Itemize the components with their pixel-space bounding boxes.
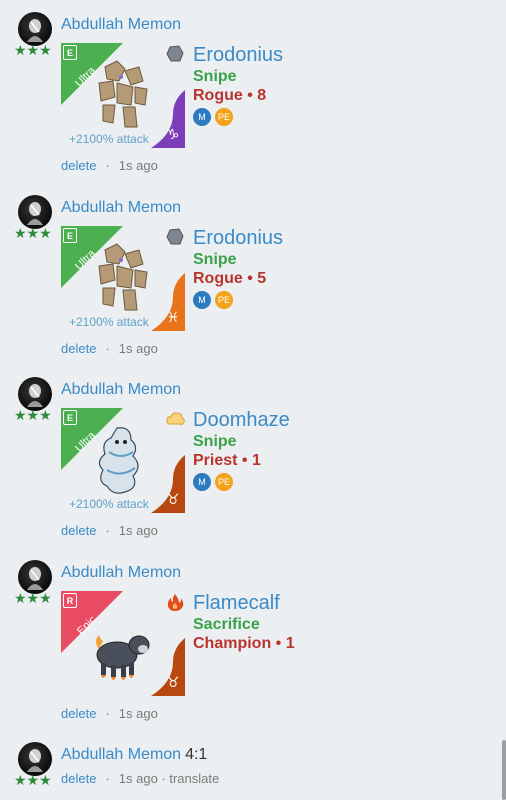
message-post: ★★★ Abdullah Memon E Ultra +2100% attack… — [0, 365, 506, 547]
message-footer: delete · 1s ago — [61, 523, 158, 538]
badge-group: M PE — [193, 473, 233, 491]
message-post: ★★★ Abdullah Memon E Ultra +2100% attack — [0, 0, 506, 182]
separator-dot: · — [105, 771, 110, 786]
timestamp: 1s ago — [118, 523, 158, 538]
delete-link[interactable]: delete — [61, 158, 96, 173]
attack-bonus: +2100% attack — [69, 497, 149, 511]
message-feed: ★★★ Abdullah Memon E Ultra +2100% attack — [0, 0, 506, 800]
timestamp: 1s ago — [118, 341, 158, 356]
separator-dot: · — [105, 706, 110, 721]
ability-label: Snipe — [193, 251, 237, 268]
message-line: Abdullah Memon 4:1 — [61, 746, 207, 764]
separator-dot: · — [105, 523, 110, 538]
taurus-icon: ♉ — [166, 492, 180, 508]
message-post: ★★★ Abdullah Memon R Epic ♉ Flamecalf Sa… — [0, 548, 506, 730]
message-footer: delete · 1s ago — [61, 341, 158, 356]
timestamp: 1s ago — [118, 158, 158, 173]
class-level-label: Champion • 1 — [193, 635, 295, 652]
monster-name-link[interactable]: Erodonius — [193, 227, 283, 250]
rating-stars: ★★★ — [14, 773, 52, 789]
username-link[interactable]: Abdullah Memon — [61, 564, 181, 582]
m-badge-icon: M — [193, 473, 211, 491]
rating-stars: ★★★ — [14, 591, 52, 607]
separator-dot: · — [105, 341, 110, 356]
rock-golem-icon — [98, 60, 148, 128]
avatar[interactable] — [18, 377, 52, 411]
scrollbar[interactable] — [502, 740, 506, 800]
ability-label: Snipe — [193, 433, 237, 450]
ability-label: Snipe — [193, 68, 237, 85]
username-link[interactable]: Abdullah Memon — [61, 381, 181, 399]
avatar[interactable] — [18, 195, 52, 229]
username-link[interactable]: Abdullah Memon — [61, 746, 181, 763]
rating-stars: ★★★ — [14, 226, 52, 242]
avatar[interactable] — [18, 560, 52, 594]
message-footer: delete · 1s ago · translate — [61, 771, 219, 786]
pisces-icon: ♓ — [166, 310, 180, 326]
pe-badge-icon: PE — [215, 291, 233, 309]
delete-link[interactable]: delete — [61, 523, 96, 538]
capricorn-icon: ♑ — [166, 127, 180, 143]
monster-name-link[interactable]: Doomhaze — [193, 409, 290, 432]
stone-element-icon — [166, 228, 184, 245]
badge-group: M PE — [193, 291, 233, 309]
fire-calf-icon — [96, 630, 150, 680]
delete-link[interactable]: delete — [61, 341, 96, 356]
message-text: 4:1 — [185, 746, 208, 763]
rarity-letter-icon: E — [63, 410, 77, 425]
timestamp-translate[interactable]: 1s ago · translate — [119, 771, 219, 786]
storm-spirit-icon — [98, 427, 139, 494]
m-badge-icon: M — [193, 291, 211, 309]
class-level-label: Rogue • 5 — [193, 270, 267, 287]
rarity-letter-icon: E — [63, 228, 77, 243]
message-footer: delete · 1s ago — [61, 158, 158, 173]
badge-group: M PE — [193, 108, 233, 126]
stone-element-icon — [166, 45, 184, 62]
username-link[interactable]: Abdullah Memon — [61, 199, 181, 217]
cloud-element-icon — [166, 412, 185, 425]
message-post: ★★★ Abdullah Memon 4:1 delete · 1s ago · tr… — [0, 730, 506, 800]
rating-stars: ★★★ — [14, 43, 52, 59]
rarity-letter-icon: E — [63, 45, 77, 60]
delete-link[interactable]: delete — [61, 706, 96, 721]
pe-badge-icon: PE — [215, 473, 233, 491]
monster-name-link[interactable]: Erodonius — [193, 44, 283, 67]
avatar[interactable] — [18, 12, 52, 46]
username-link[interactable]: Abdullah Memon — [61, 16, 181, 34]
ability-label: Sacrifice — [193, 616, 260, 633]
separator-dot: · — [105, 158, 110, 173]
rarity-letter-icon: R — [63, 593, 77, 608]
m-badge-icon: M — [193, 108, 211, 126]
delete-link[interactable]: delete — [61, 771, 96, 786]
class-level-label: Priest • 1 — [193, 452, 261, 469]
message-post: ★★★ Abdullah Memon E Ultra +2100% attack — [0, 183, 506, 365]
avatar[interactable] — [18, 742, 52, 776]
fire-element-icon — [167, 594, 184, 611]
timestamp: 1s ago — [118, 706, 158, 721]
monster-name-link[interactable]: Flamecalf — [193, 592, 280, 615]
rating-stars: ★★★ — [14, 408, 52, 424]
taurus-icon: ♉ — [166, 675, 180, 691]
class-level-label: Rogue • 8 — [193, 87, 267, 104]
pe-badge-icon: PE — [215, 108, 233, 126]
attack-bonus: +2100% attack — [69, 132, 149, 146]
attack-bonus: +2100% attack — [69, 315, 149, 329]
message-footer: delete · 1s ago — [61, 706, 158, 721]
rock-golem-icon — [98, 243, 148, 311]
